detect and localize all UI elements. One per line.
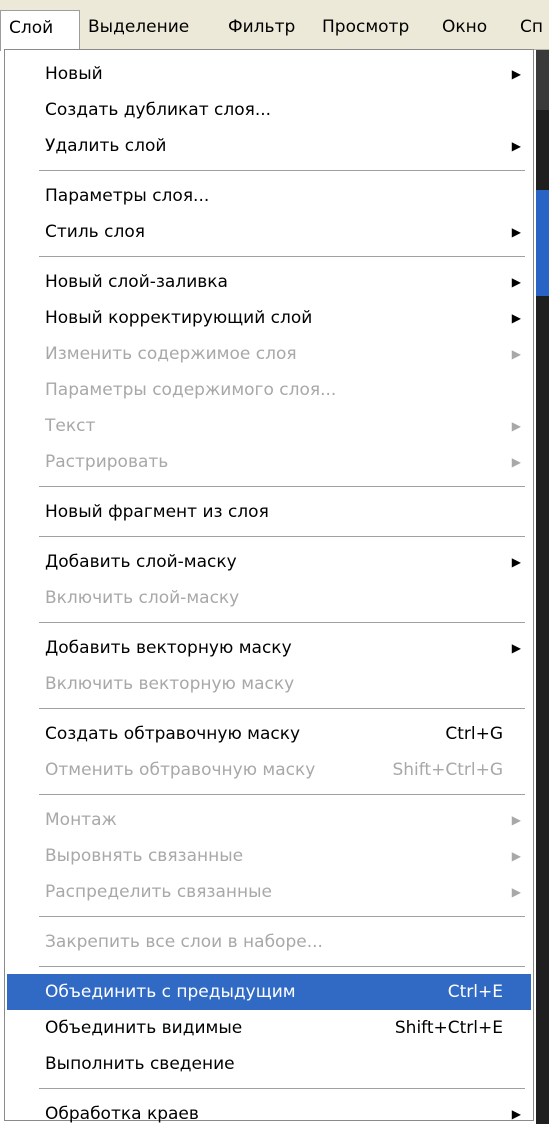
menu-item-label: Текст <box>45 416 96 436</box>
menu-item-label: Включить слой-маску <box>45 588 240 608</box>
submenu-arrow-icon: ▶ <box>511 347 521 361</box>
menu-item[interactable]: Удалить слой ▶ <box>7 128 531 164</box>
menu-item: Включить слой-маску <box>7 580 531 616</box>
menu-item-label: Растрировать <box>45 452 169 472</box>
menubar-item-select[interactable]: Выделение <box>88 10 189 44</box>
menu-item-label: Параметры содержимого слоя... <box>45 380 337 400</box>
menu-item-shortcut: Shift+Ctrl+E <box>394 1018 503 1038</box>
menu-item-label: Выполнить сведение <box>45 1054 235 1074</box>
submenu-arrow-icon: ▶ <box>511 225 521 239</box>
submenu-arrow-icon: ▶ <box>511 455 521 469</box>
menu-item-label: Новый корректирующий слой <box>45 308 313 328</box>
menu-item: Изменить содержимое слоя ▶ <box>7 336 531 372</box>
menu-item-shortcut: Ctrl+E <box>447 982 503 1002</box>
menu-item-label: Новый слой-заливка <box>45 272 228 292</box>
menu-item: Параметры содержимого слоя... <box>7 372 531 408</box>
menu-item-label: Объединить с предыдущим <box>45 982 296 1002</box>
submenu-arrow-icon: ▶ <box>511 849 521 863</box>
menu-item[interactable]: Новый слой-заливка ▶ <box>7 264 531 300</box>
menu-item-label: Удалить слой <box>45 136 167 156</box>
menu-item[interactable]: Стиль слоя ▶ <box>7 214 531 250</box>
menu-item-label: Стиль слоя <box>45 222 145 242</box>
menubar-item-filter[interactable]: Фильтр <box>228 10 295 44</box>
menu-item-label: Новый <box>45 64 103 84</box>
submenu-arrow-icon: ▶ <box>511 311 521 325</box>
menu-item[interactable]: Новый корректирующий слой ▶ <box>7 300 531 336</box>
menu-item[interactable]: Создать обтравочную маску Ctrl+G <box>7 716 531 752</box>
menu-separator <box>39 966 525 968</box>
menu-separator <box>39 622 525 624</box>
menu-item[interactable]: Обработка краев ▶ <box>7 1096 531 1132</box>
menubar-item-layer[interactable]: Слой <box>0 10 80 51</box>
menu-item: Выровнять связанные ▶ <box>7 838 531 874</box>
menu-item[interactable]: Параметры слоя... <box>7 178 531 214</box>
menu-separator <box>39 536 525 538</box>
submenu-arrow-icon: ▶ <box>511 555 521 569</box>
menu-item-label: Создать дубликат слоя... <box>45 100 272 120</box>
menu-separator <box>39 170 525 172</box>
menu-item-label: Отменить обтравочную маску <box>45 760 316 780</box>
submenu-arrow-icon: ▶ <box>511 275 521 289</box>
submenu-arrow-icon: ▶ <box>511 67 521 81</box>
menu-item: Отменить обтравочную маску Shift+Ctrl+G <box>7 752 531 788</box>
menu-separator <box>39 486 525 488</box>
menu-item-label: Обработка краев <box>45 1104 199 1124</box>
layer-dropdown-menu: Новый ▶ Создать дубликат слоя... Удалить сл… <box>4 49 534 1124</box>
menu-item-label: Добавить слой-маску <box>45 552 237 572</box>
menu-item-label: Монтаж <box>45 810 117 830</box>
menu-item-label: Включить векторную маску <box>45 674 295 694</box>
menu-item: Монтаж ▶ <box>7 802 531 838</box>
menu-item-label: Параметры слоя... <box>45 186 210 206</box>
menubar: Слой Выделение Фильтр Просмотр Окно Сп <box>0 0 549 51</box>
submenu-arrow-icon: ▶ <box>511 139 521 153</box>
menu-item-label: Добавить векторную маску <box>45 638 292 658</box>
menu-item: Включить векторную маску <box>7 666 531 702</box>
submenu-arrow-icon: ▶ <box>511 885 521 899</box>
menu-item[interactable]: Объединить с предыдущим Ctrl+E <box>7 974 531 1010</box>
menu-item-label: Распределить связанные <box>45 882 272 902</box>
menubar-item-window[interactable]: Окно <box>442 10 487 44</box>
submenu-arrow-icon: ▶ <box>511 419 521 433</box>
menu-item[interactable]: Объединить видимые Shift+Ctrl+E <box>7 1010 531 1046</box>
menu-item-label: Изменить содержимое слоя <box>45 344 297 364</box>
menu-item-shortcut: Shift+Ctrl+G <box>392 760 503 780</box>
menubar-item-view[interactable]: Просмотр <box>322 10 409 44</box>
menu-item: Текст ▶ <box>7 408 531 444</box>
menu-item: Растрировать ▶ <box>7 444 531 480</box>
menu-separator <box>39 256 525 258</box>
menu-item[interactable]: Добавить слой-маску ▶ <box>7 544 531 580</box>
submenu-arrow-icon: ▶ <box>511 813 521 827</box>
menu-item-shortcut: Ctrl+G <box>445 724 503 744</box>
menu-item[interactable]: Добавить векторную маску ▶ <box>7 630 531 666</box>
submenu-arrow-icon: ▶ <box>511 641 521 655</box>
menu-separator <box>39 708 525 710</box>
menu-item: Закрепить все слои в наборе... <box>7 924 531 960</box>
menu-item[interactable]: Новый фрагмент из слоя <box>7 494 531 530</box>
menu-item: Распределить связанные ▶ <box>7 874 531 910</box>
menu-separator <box>39 794 525 796</box>
menu-item-label: Создать обтравочную маску <box>45 724 301 744</box>
menu-item[interactable]: Новый ▶ <box>7 56 531 92</box>
menu-item-label: Закрепить все слои в наборе... <box>45 932 323 952</box>
menu-separator <box>39 1088 525 1090</box>
menu-item[interactable]: Выполнить сведение <box>7 1046 531 1082</box>
menu-item-label: Новый фрагмент из слоя <box>45 502 269 522</box>
menubar-item-help[interactable]: Сп <box>520 10 549 44</box>
menu-separator <box>39 916 525 918</box>
menu-item[interactable]: Создать дубликат слоя... <box>7 92 531 128</box>
menu-item-label: Выровнять связанные <box>45 846 244 866</box>
menu-item-label: Объединить видимые <box>45 1018 243 1038</box>
submenu-arrow-icon: ▶ <box>511 1107 521 1121</box>
background-window-strip <box>536 50 549 1124</box>
